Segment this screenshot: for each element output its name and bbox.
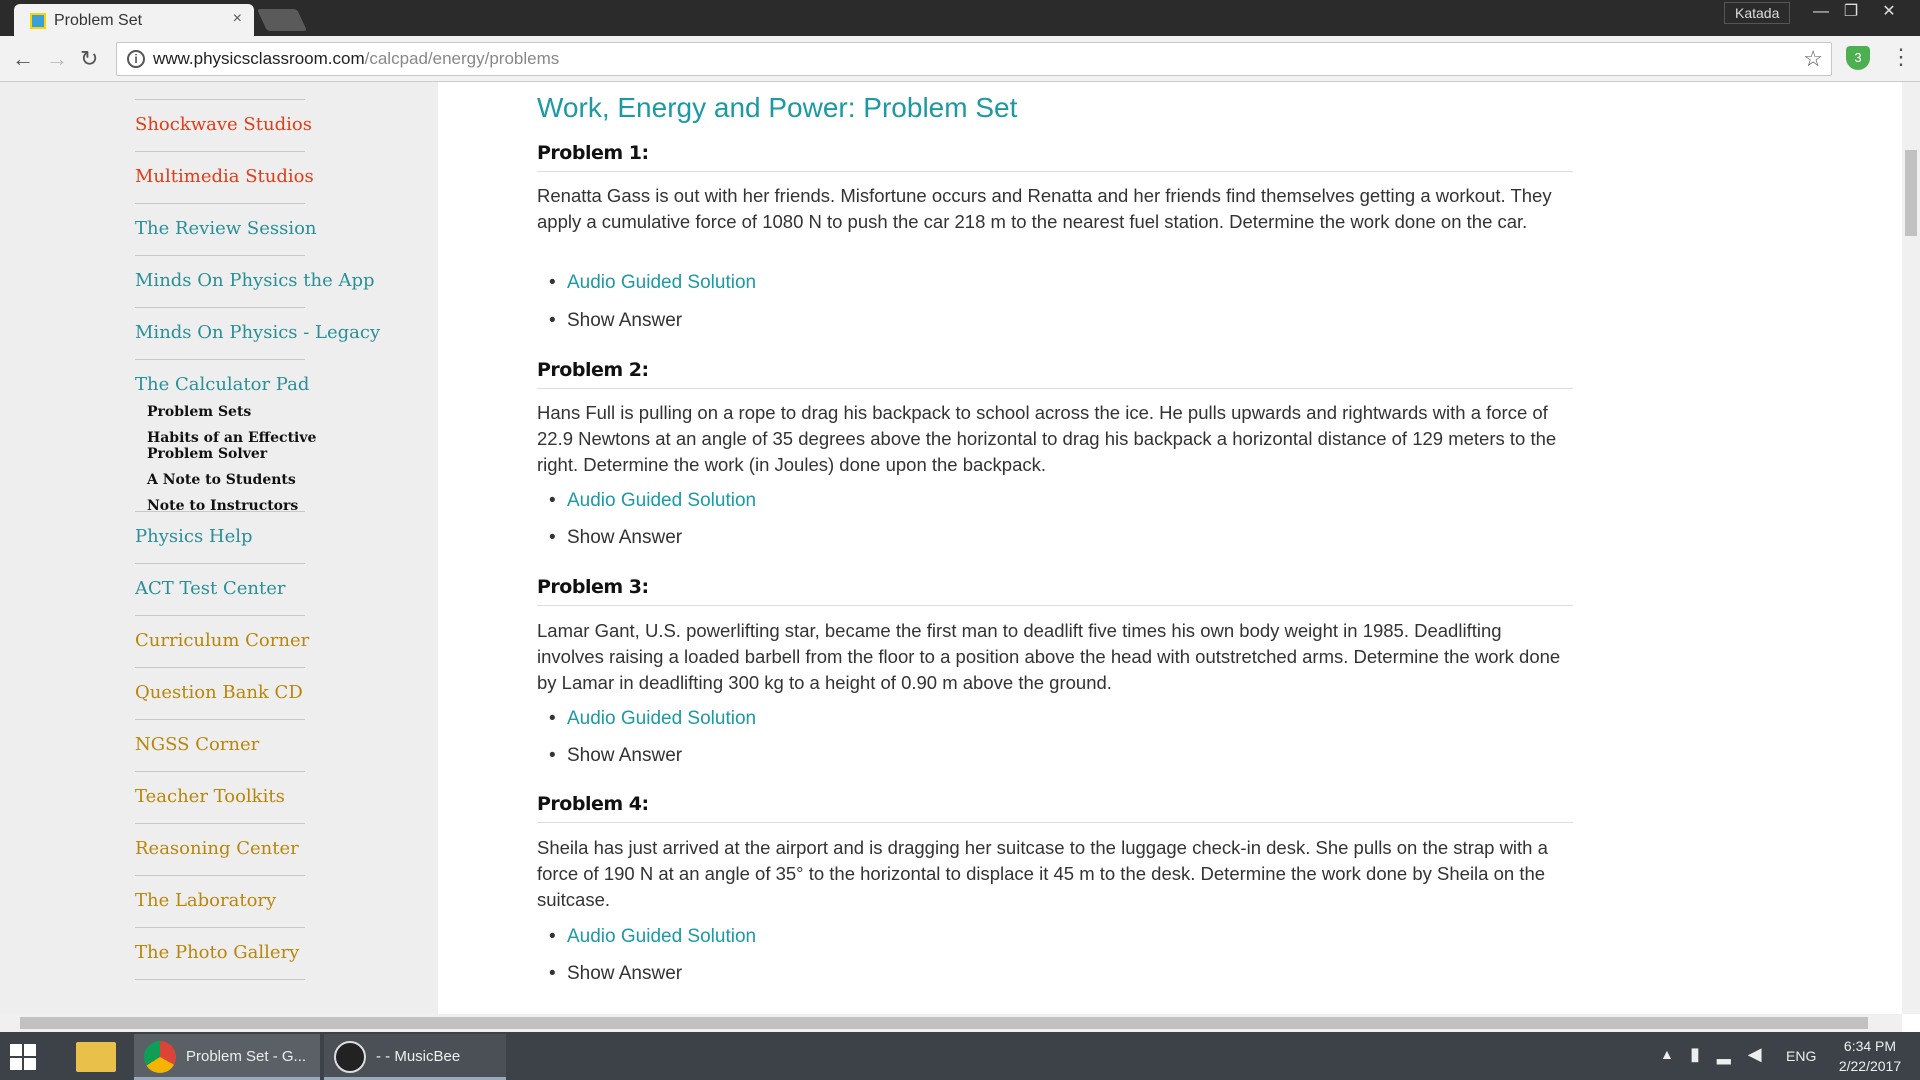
url-host: www.physicsclassroom.com [153, 49, 365, 68]
problem-heading: Problem 4: [537, 793, 1573, 823]
browser-titlebar: Problem Set × Katada — ❐ ✕ [0, 0, 1920, 36]
clock-time[interactable]: 6:34 PM [1840, 1038, 1900, 1054]
clock-date[interactable]: 2/22/2017 [1832, 1058, 1908, 1074]
url-path: /calcpad/energy/problems [364, 49, 560, 68]
audio-guided-solution-link[interactable]: Audio Guided Solution [567, 708, 756, 729]
sidebar-item-partial[interactable] [135, 82, 305, 100]
problem-heading: Problem 3: [537, 576, 1573, 606]
sidebar-item-reasoning-center[interactable]: Reasoning Center [135, 824, 305, 876]
chrome-icon [144, 1041, 176, 1073]
taskbar: Problem Set - G... - - MusicBee ▲ ▮ ▂ ◀ … [0, 1032, 1920, 1080]
restore-button[interactable]: ❐ [1836, 2, 1866, 24]
musicbee-icon [334, 1041, 366, 1073]
browser-toolbar: ← → ↻ i www.physicsclassroom.com/calcpad… [0, 36, 1920, 82]
problem-text: Sheila has just arrived at the airport a… [537, 837, 1548, 910]
bookmark-star-icon[interactable]: ☆ [1803, 46, 1823, 72]
problem-text: Lamar Gant, U.S. powerlifting star, beca… [537, 620, 1561, 693]
problem-heading: Problem 1: [537, 142, 1573, 172]
tab-title: Problem Set [54, 12, 143, 29]
back-arrow-icon[interactable]: ← [12, 46, 34, 72]
sidebar-item-question-bank[interactable]: Question Bank CD [135, 668, 305, 720]
sidebar-item-act-test-center[interactable]: ACT Test Center [135, 564, 305, 616]
list-item: Show Answer [549, 527, 682, 549]
problem-heading: Problem 2: [537, 359, 1573, 389]
browser-tab[interactable]: Problem Set × [14, 4, 254, 36]
audio-guided-solution-link[interactable]: Audio Guided Solution [567, 272, 756, 293]
tray-icons[interactable]: ▮ ▂ ◀ [1690, 1044, 1768, 1065]
audio-guided-solution-link[interactable]: Audio Guided Solution [567, 490, 756, 511]
sidebar-item-physics-help[interactable]: Physics Help [135, 512, 305, 564]
subitem-note-students[interactable]: A Note to Students [147, 472, 296, 488]
page-viewport: Shockwave Studios Multimedia Studios The… [0, 82, 1902, 1014]
language-indicator[interactable]: ENG [1786, 1048, 1816, 1064]
subitem-problem-sets[interactable]: Problem Sets [147, 404, 251, 420]
new-tab-button[interactable] [256, 9, 308, 31]
tab-close-button[interactable]: × [233, 10, 242, 28]
menu-dots-icon[interactable]: ⋮ [1890, 44, 1912, 70]
horizontal-scrollbar[interactable] [0, 1014, 1902, 1032]
reload-icon[interactable]: ↻ [80, 46, 98, 72]
taskbar-app-chrome[interactable]: Problem Set - G... [134, 1034, 320, 1080]
taskbar-app-musicbee[interactable]: - - MusicBee [324, 1034, 506, 1080]
list-item: Audio Guided Solution [549, 272, 756, 294]
list-item: Show Answer [549, 963, 682, 985]
problem-text: Renatta Gass is out with her friends. Mi… [537, 185, 1552, 232]
horizontal-scroll-thumb[interactable] [20, 1017, 1868, 1029]
sidebar-item-laboratory[interactable]: The Laboratory [135, 876, 305, 928]
minimize-button[interactable]: — [1806, 2, 1836, 24]
vertical-scroll-thumb[interactable] [1905, 150, 1917, 236]
problem-text: Hans Full is pulling on a rope to drag h… [537, 402, 1557, 475]
file-explorer-icon[interactable] [76, 1042, 116, 1072]
sidebar-item-review-session[interactable]: The Review Session [135, 204, 317, 256]
sidebar-item-minds-on-physics-app[interactable]: Minds On Physics the App [135, 256, 374, 308]
sidebar-item-photo-gallery[interactable]: The Photo Gallery [135, 928, 305, 980]
list-item: Show Answer [549, 745, 682, 767]
list-item: Audio Guided Solution [549, 490, 756, 512]
extension-badge: 3 [1854, 50, 1862, 65]
sidebar-item-multimedia-studios[interactable]: Multimedia Studios [135, 152, 314, 204]
show-answer-button[interactable]: Show Answer [567, 963, 682, 984]
close-window-button[interactable]: ✕ [1874, 2, 1904, 24]
show-answer-button[interactable]: Show Answer [567, 745, 682, 766]
profile-button[interactable]: Katada [1724, 2, 1791, 24]
sidebar-item-ngss-corner[interactable]: NGSS Corner [135, 720, 305, 772]
page-title: Work, Energy and Power: Problem Set [537, 92, 1018, 123]
sidebar-item-teacher-toolkits[interactable]: Teacher Toolkits [135, 772, 305, 824]
forward-arrow-icon[interactable]: → [46, 46, 68, 72]
show-answer-button[interactable]: Show Answer [567, 310, 682, 331]
sidebar-item-curriculum-corner[interactable]: Curriculum Corner [135, 616, 309, 668]
shield-extension-icon[interactable]: 3 [1846, 46, 1870, 70]
vertical-scrollbar[interactable] [1902, 82, 1920, 1014]
site-favicon-icon [30, 13, 46, 29]
info-icon[interactable]: i [127, 50, 145, 68]
address-bar[interactable]: i www.physicsclassroom.com/calcpad/energ… [116, 42, 1832, 76]
list-item: Audio Guided Solution [549, 926, 756, 948]
audio-guided-solution-link[interactable]: Audio Guided Solution [567, 926, 756, 947]
subitem-habits[interactable]: Habits of an Effective Problem Solver [147, 430, 317, 462]
sidebar-item-shockwave-studios[interactable]: Shockwave Studios [135, 100, 312, 152]
sidebar-item-minds-on-physics-legacy[interactable]: Minds On Physics - Legacy [135, 308, 380, 360]
windows-start-icon[interactable] [10, 1044, 36, 1070]
tray-expand-icon[interactable]: ▲ [1660, 1046, 1674, 1062]
sidebar: Shockwave Studios Multimedia Studios The… [0, 82, 438, 1014]
list-item: Show Answer [549, 310, 682, 332]
show-answer-button[interactable]: Show Answer [567, 527, 682, 548]
list-item: Audio Guided Solution [549, 708, 756, 730]
